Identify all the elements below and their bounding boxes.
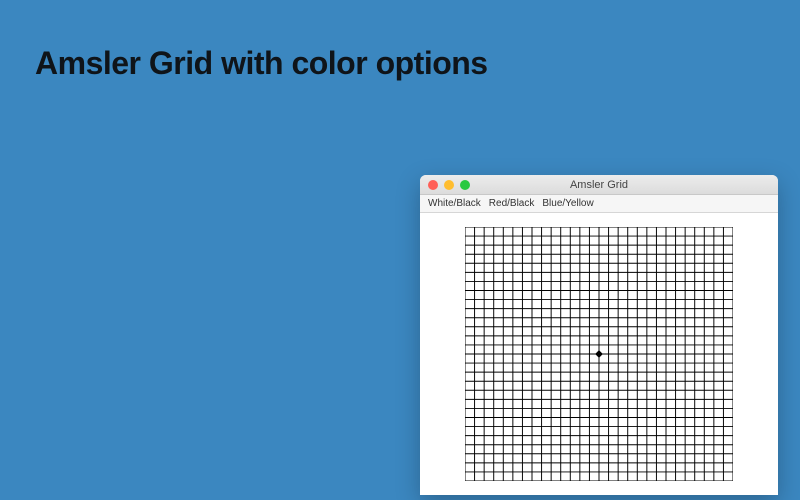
menu-bar: White/Black Red/Black Blue/Yellow: [420, 195, 778, 213]
traffic-lights: [428, 180, 470, 190]
menu-item-blue-yellow[interactable]: Blue/Yellow: [542, 198, 593, 209]
close-icon[interactable]: [428, 180, 438, 190]
amsler-grid: [465, 227, 733, 481]
menu-item-white-black[interactable]: White/Black: [428, 198, 481, 209]
maximize-icon[interactable]: [460, 180, 470, 190]
app-window: Amsler Grid White/Black Red/Black Blue/Y…: [420, 175, 778, 495]
window-content: [420, 213, 778, 495]
window-titlebar[interactable]: Amsler Grid: [420, 175, 778, 195]
minimize-icon[interactable]: [444, 180, 454, 190]
page-headline: Amsler Grid with color options: [35, 45, 488, 82]
menu-item-red-black[interactable]: Red/Black: [489, 198, 535, 209]
window-title: Amsler Grid: [420, 179, 778, 191]
